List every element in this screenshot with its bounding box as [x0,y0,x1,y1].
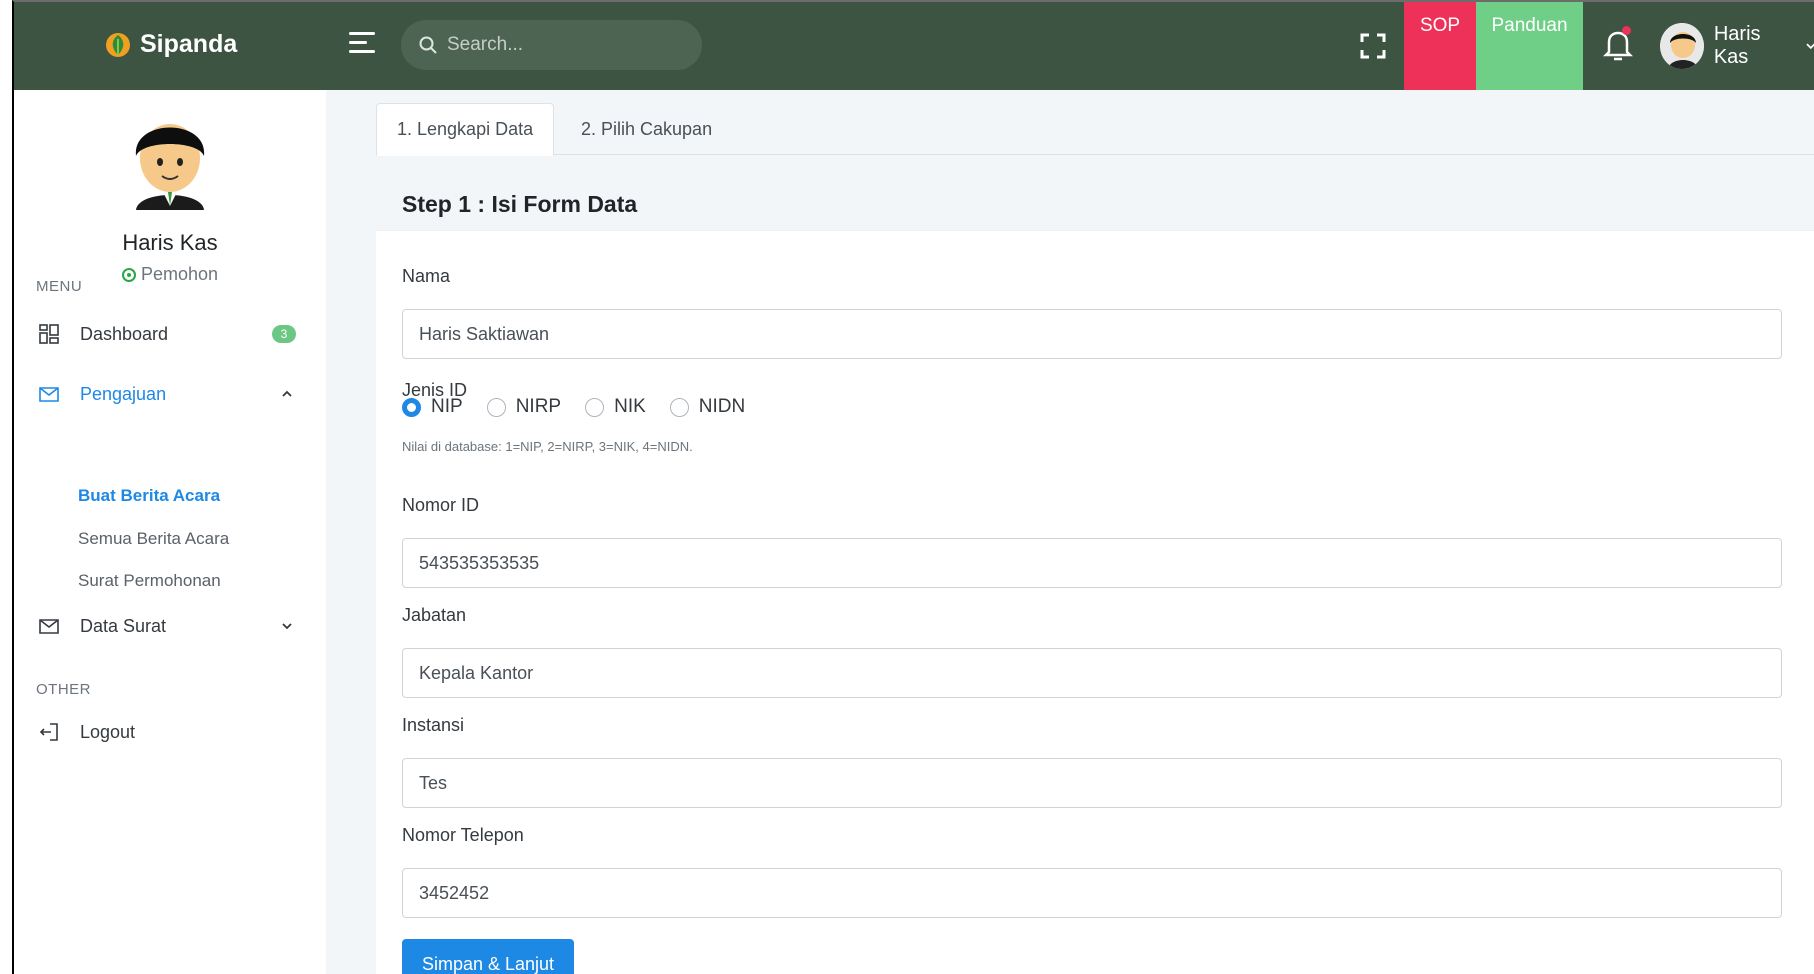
radio-button[interactable] [669,397,689,417]
sidebar-item-dashboard[interactable]: Dashboard 3 [38,316,306,352]
sidebar-item-label: Logout [80,721,136,742]
save-and-continue-button[interactable]: Simpan & Lanjut [402,939,574,974]
sidebar-item-data-surat[interactable]: Data Surat [38,608,306,644]
nomor-telepon-label: Nomor Telepon [402,825,524,845]
user-menu[interactable]: Haris Kas [1660,23,1814,69]
search-box[interactable] [401,20,702,70]
mail-send-icon [39,387,59,402]
online-status-icon [121,268,136,282]
nomor-id-input[interactable] [402,538,1782,588]
mail-icon [39,619,59,634]
notification-dot [1622,26,1631,35]
sidebar-subitem-buat-berita-acara[interactable]: Buat Berita Acara [78,486,220,506]
leaf-logo-icon [106,32,130,57]
jabatan-input[interactable] [402,648,1782,698]
app-frame: Sipanda SOP Panduan [12,0,1814,974]
brand-name: Sipanda [140,30,238,58]
user-name-top: Haris Kas [1713,23,1761,68]
radio-nidn[interactable]: NIDN [669,396,746,418]
avatar [1660,23,1704,69]
sidebar: Haris Kas Pemohon MENU Dashboard 3 Penga… [14,90,326,974]
tab-lengkapi-data[interactable]: 1. Lengkapi Data [376,103,555,156]
search-input[interactable] [447,34,667,56]
chevron-up-icon [282,390,292,397]
hamburger-menu-icon[interactable] [349,32,375,56]
role-label: Pemohon [140,264,219,284]
sidebar-item-label: Data Surat [80,615,167,636]
jenis-id-hint: Nilai di database: 1=NIP, 2=NIRP, 3=NIK,… [402,439,693,454]
instansi-input[interactable] [402,758,1782,808]
sidebar-subitem-surat-permohonan[interactable]: Surat Permohonan [78,571,221,591]
radio-nik[interactable]: NIK [585,396,646,418]
instansi-label: Instansi [402,715,465,735]
card-title: Step 1 : Isi Form Data [376,179,1814,231]
sidebar-item-label: Pengajuan [80,383,167,404]
sop-button[interactable]: SOP [1404,2,1476,90]
jenis-id-radio-group: NIP NIRP NIK NIDN [402,396,745,418]
sidebar-subitem-semua-berita-acara[interactable]: Semua Berita Acara [78,529,229,549]
logout-icon [39,723,58,741]
search-icon [419,36,437,54]
jabatan-label: Jabatan [402,605,467,625]
tab-pilih-cakupan[interactable]: 2. Pilih Cakupan [561,103,732,155]
chevron-down-icon [282,623,292,630]
main-content: 1. Lengkapi Data 2. Pilih Cakupan Step 1… [326,90,1814,974]
radio-label: NIRP [515,396,562,417]
fullscreen-icon[interactable] [1360,33,1386,59]
sidebar-item-pengajuan[interactable]: Pengajuan [38,376,306,412]
nama-input[interactable] [402,309,1782,359]
panduan-button[interactable]: Panduan [1476,2,1583,90]
nomor-id-label: Nomor ID [402,495,480,515]
radio-label: NIP [431,396,463,417]
sidebar-user-name: Haris Kas [122,230,218,255]
dashboard-count-badge: 3 [272,325,296,343]
radio-button[interactable] [585,397,605,417]
radio-button[interactable] [402,397,421,417]
profile-avatar [135,124,205,210]
top-navbar: Sipanda SOP Panduan [14,2,1814,90]
nama-label: Nama [402,266,451,286]
other-heading: OTHER [36,681,91,698]
chevron-down-icon [1806,43,1814,50]
dashboard-grid-icon [39,324,59,344]
radio-label: NIK [614,396,646,417]
brand[interactable]: Sipanda [104,30,237,59]
radio-nirp[interactable]: NIRP [486,396,562,418]
radio-label: NIDN [698,396,746,417]
sidebar-item-logout[interactable]: Logout [38,714,306,750]
step-tabs: 1. Lengkapi Data 2. Pilih Cakupan [376,103,1814,156]
form-card: Step 1 : Isi Form Data Nama Jenis ID NIP… [376,179,1814,974]
menu-heading: MENU [36,278,83,295]
sidebar-item-label: Dashboard [80,323,169,344]
radio-button[interactable] [486,397,506,417]
nomor-telepon-input[interactable] [402,868,1782,918]
radio-nip[interactable]: NIP [402,396,463,418]
